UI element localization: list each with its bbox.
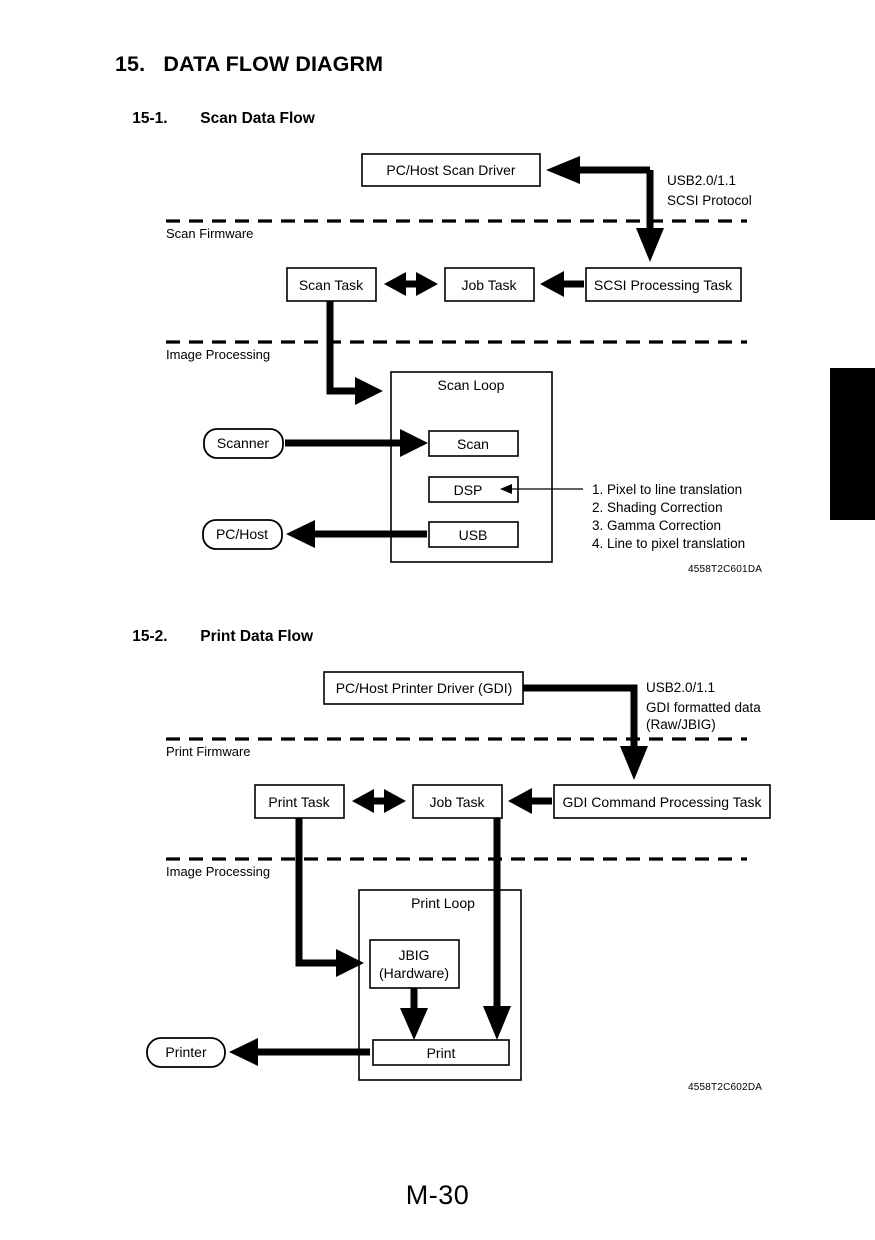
arrowhead-into-job-task-print — [508, 788, 532, 814]
node-printer — [146, 1037, 226, 1068]
manual-page: 15. DATA FLOW DIAGRM 15-1. Scan Data Flow… — [0, 0, 875, 1240]
arrowhead-callout-dsp — [500, 484, 512, 494]
node-pc-host-printer-driver — [323, 671, 524, 705]
node-label-usb: USB — [459, 527, 488, 543]
dsp-note-item: 4. Line to pixel translation — [592, 536, 745, 551]
node-label-pc-host-scan-output: PC/Host — [216, 526, 268, 542]
connector-printer-driver-to-gdi-task — [523, 684, 638, 765]
zone-label-scan-firmware: Scan Firmware — [166, 226, 253, 241]
connector-print-task-to-jbig — [295, 818, 340, 967]
arrowhead-into-job-task-scan — [540, 271, 564, 297]
arrowhead-into-print-from-job-task — [483, 1006, 511, 1040]
arrowhead-into-gdi-task — [620, 746, 648, 780]
container-scan-loop — [390, 371, 553, 563]
figure-id-scan: 4558T2C601DA — [688, 564, 763, 575]
node-label-jbig: JBIG — [398, 947, 429, 963]
figure-id-print: 4558T2C602DA — [688, 1082, 763, 1093]
node-label-print: Print — [427, 1045, 456, 1061]
node-gdi-command-processing-task — [553, 784, 771, 819]
node-scan-task — [286, 267, 377, 302]
section-title: Scan Data Flow — [200, 110, 315, 127]
node-pc-host-scan-output — [202, 519, 283, 550]
node-label-gdi-command-processing-task: GDI Command Processing Task — [563, 794, 763, 810]
link-label-raw-jbig: (Raw/JBIG) — [646, 717, 716, 732]
container-print-loop — [358, 889, 522, 1081]
link-label-usb-version-print: USB2.0/1.1 — [646, 680, 715, 695]
node-job-task-scan — [444, 267, 535, 302]
zone-label-print-firmware: Print Firmware — [166, 744, 251, 759]
node-label-jbig-hardware: (Hardware) — [379, 965, 449, 981]
node-scan — [428, 430, 519, 457]
page-title: 15. DATA FLOW DIAGRM — [115, 52, 384, 76]
arrowhead-into-scan — [400, 429, 428, 457]
node-label-scanner: Scanner — [217, 435, 269, 451]
node-label-scsi-processing-task: SCSI Processing Task — [594, 277, 733, 293]
node-usb — [428, 521, 519, 548]
node-job-task-print — [412, 784, 503, 819]
node-label-dsp: DSP — [454, 482, 483, 498]
container-label-print-loop: Print Loop — [411, 895, 475, 911]
link-label-gdi-formatted-data: GDI formatted data — [646, 700, 761, 715]
page-edge-tab-marker — [830, 368, 875, 520]
node-print-task — [254, 784, 345, 819]
container-label-scan-loop: Scan Loop — [438, 377, 505, 393]
node-print — [372, 1039, 510, 1066]
node-label-printer: Printer — [165, 1044, 207, 1060]
link-label-scsi-protocol: SCSI Protocol — [667, 193, 752, 208]
node-label-scan: Scan — [457, 436, 489, 452]
arrowhead-into-scan-loop — [355, 377, 383, 405]
arrowhead-toward-print-task — [352, 789, 374, 813]
node-dsp — [428, 476, 519, 503]
dsp-note-item: 2. Shading Correction — [592, 500, 723, 515]
arrowhead-toward-job-task-print — [384, 789, 406, 813]
dsp-note-item: 1. Pixel to line translation — [592, 482, 742, 497]
dsp-note-item: 3. Gamma Correction — [592, 518, 721, 533]
node-scanner — [203, 428, 284, 459]
arrowhead-into-print-from-jbig — [400, 1008, 428, 1040]
section-number: 15-1. — [132, 110, 168, 127]
section-heading-scan-data-flow: 15-1. Scan Data Flow — [115, 92, 315, 146]
link-label-usb-version-scan: USB2.0/1.1 — [667, 173, 736, 188]
page-number: M-30 — [405, 1180, 470, 1210]
arrowhead-into-jbig — [336, 949, 364, 977]
arrowhead-into-scsi-task — [636, 228, 664, 262]
arrowhead-into-pc-host — [286, 520, 315, 548]
arrowhead-toward-scan-task — [384, 272, 406, 296]
arrowhead-into-printer — [229, 1038, 258, 1066]
section-title: Print Data Flow — [200, 628, 314, 645]
section-heading-print-data-flow: 15-2. Print Data Flow — [115, 610, 313, 664]
node-label-job-task-scan: Job Task — [462, 277, 518, 293]
node-scsi-processing-task — [585, 267, 742, 302]
zone-label-image-processing-scan: Image Processing — [166, 347, 270, 362]
node-label-job-task-print: Job Task — [430, 794, 486, 810]
arrowhead-toward-job-task-left — [416, 272, 438, 296]
node-jbig-hardware — [369, 939, 460, 989]
node-pc-host-scan-driver — [361, 153, 541, 187]
node-label-pc-host-scan-driver: PC/Host Scan Driver — [386, 162, 515, 178]
connector-scan-task-to-scan-loop — [326, 301, 360, 395]
section-number: 15-2. — [132, 628, 168, 645]
node-label-print-task: Print Task — [268, 794, 330, 810]
node-label-scan-task: Scan Task — [299, 277, 364, 293]
zone-label-image-processing-print: Image Processing — [166, 864, 270, 879]
arrowhead-into-scan-driver — [546, 156, 580, 184]
node-label-pc-host-printer-driver: PC/Host Printer Driver (GDI) — [336, 680, 513, 696]
